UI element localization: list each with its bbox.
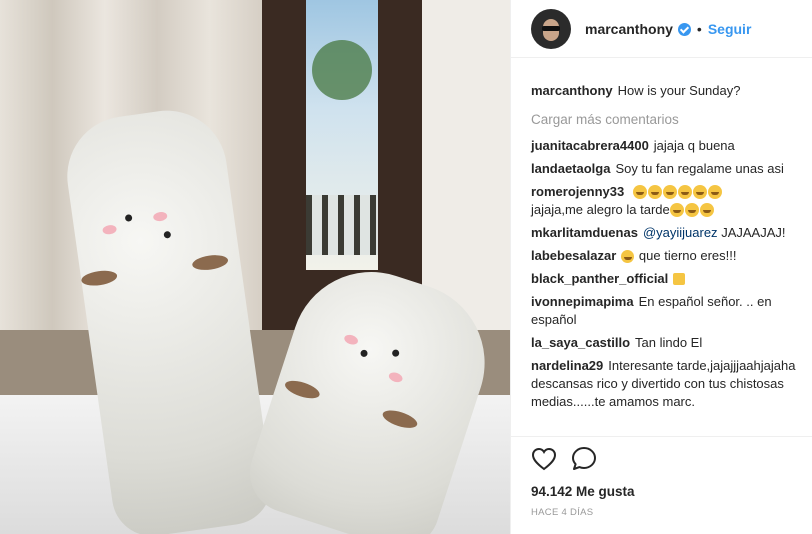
post-photo[interactable] [0,0,510,534]
comment-username[interactable]: la_saya_castillo [531,335,630,350]
thumbs-up-emoji-icon [673,273,686,285]
verified-badge-icon [677,23,691,36]
comment-username[interactable]: juanitacabrera4400 [531,138,649,153]
comment-item: ivonnepimapima En español señor. .. en es… [531,293,800,329]
sock-ear [191,253,229,272]
smiling-emoji-icon [621,248,635,263]
caption: marcanthony How is your Sunday? [531,82,800,100]
comment-mention-link[interactable]: @yayiijuarez [643,225,718,240]
post-timestamp[interactable]: HACE 4 DÍAS [531,507,792,518]
comment-item: labebesalazar que tierno eres!!! [531,247,800,265]
comment-username[interactable]: black_panther_official [531,271,668,286]
comment-username[interactable]: mkarlitamduenas [531,225,638,240]
comment-text: Soy tu fan regalame unas asi [615,161,784,176]
post-actions: 94.142 Me gusta HACE 4 DÍAS [511,436,812,518]
follow-button[interactable]: Seguir [708,21,752,37]
comment-text: que tierno eres!!! [638,248,737,263]
comment-username[interactable]: landaetaolga [531,161,610,176]
sock-ear [80,268,119,288]
sock-ear [380,406,420,432]
comments-list[interactable]: marcanthony How is your Sunday? Cargar má… [511,58,812,436]
comment-username[interactable]: labebesalazar [531,248,616,263]
sock-eye [163,230,172,239]
likes-count[interactable]: 94.142 Me gusta [531,484,792,499]
avatar-glasses [542,25,560,31]
comment-bubble-icon[interactable] [571,446,597,477]
sock-eye [359,348,369,358]
sock-blush [387,370,404,384]
sock-eye [391,348,401,358]
laughing-emoji-icon [669,202,715,217]
comment-item: la_saya_castillo Tan lindo El [531,334,800,352]
action-icons [531,446,792,477]
sock-ear [283,377,322,402]
header-username[interactable]: marcanthony [585,21,673,37]
caption-text: How is your Sunday? [617,83,741,98]
comment-username[interactable]: nardelina29 [531,358,603,373]
avatar[interactable] [531,8,571,49]
comment-text: jajaja,me alegro la tarde [531,202,670,217]
comment-item: romerojenny33 jajaja,me alegro la tarde [531,183,800,219]
comment-item: juanitacabrera4400 jajaja q buena [531,137,800,155]
caption-username[interactable]: marcanthony [531,83,613,98]
comment-text: Tan lindo El [635,335,703,350]
comment-item: mkarlitamduenas @yayiijuarez JAJAAJAJ! [531,224,800,242]
balcony-railing [306,195,378,255]
comment-text: jajaja q buena [653,138,735,153]
laughing-emoji-icon [632,184,723,199]
comment-username[interactable]: romerojenny33 [531,184,624,199]
sock-blush [152,211,168,222]
comment-item: nardelina29 Interesante tarde,jajajjjaahj… [531,357,800,411]
sock-eye [124,214,133,222]
comment-item: landaetaolga Soy tu fan regalame unas asi [531,160,800,178]
sock-blush [102,224,118,236]
post-header: marcanthony • Seguir [511,0,812,58]
post-sidebar: marcanthony • Seguir marcanthony How is y… [510,0,812,534]
sock-blush [343,333,360,347]
comment-item: black_panther_official [531,270,800,288]
heart-icon[interactable] [531,447,557,476]
comment-text: JAJAAJAJ! [721,225,786,240]
separator-dot: • [696,20,702,37]
load-more-comments-button[interactable]: Cargar más comentarios [531,111,800,129]
instagram-post: marcanthony • Seguir marcanthony How is y… [0,0,812,534]
palm-tree [312,40,372,100]
comment-username[interactable]: ivonnepimapima [531,294,634,309]
